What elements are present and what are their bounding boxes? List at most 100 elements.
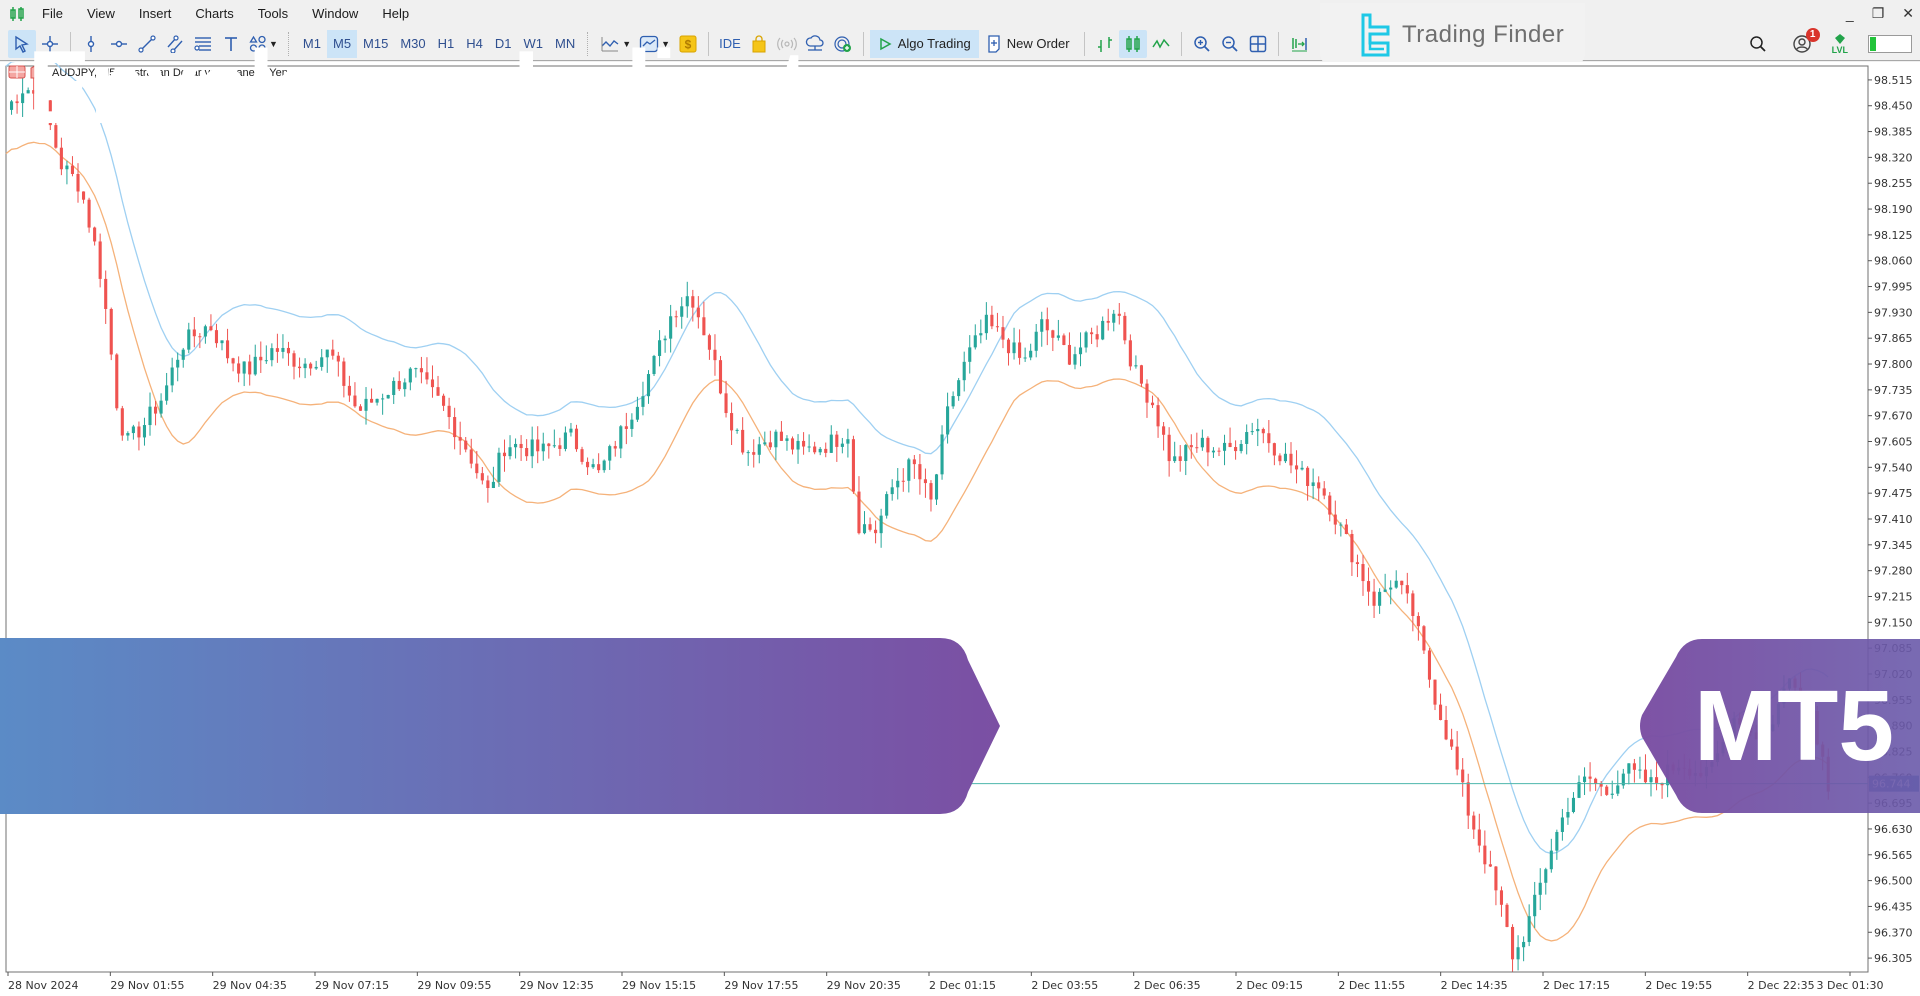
level-indicator[interactable]: LVL xyxy=(1832,33,1848,55)
candle-body xyxy=(1538,882,1542,895)
x-tick-label: 29 Nov 20:35 xyxy=(827,979,901,992)
y-tick-label: 97.280 xyxy=(1874,565,1913,578)
close-button[interactable]: ✕ xyxy=(1902,5,1914,22)
candle-body xyxy=(392,380,396,395)
candle-body xyxy=(237,363,241,374)
candle-body xyxy=(331,349,335,356)
candle-body xyxy=(968,347,972,362)
candle-body xyxy=(1438,704,1443,721)
algo-trading-label: Algo Trading xyxy=(897,36,971,51)
candle-body xyxy=(1450,739,1454,747)
chart-window[interactable]: 98.515 98.450 98.385 98.320 98.255 98.190 98.1… xyxy=(0,62,1920,996)
x-tick-label: 3 Dec 01:30 xyxy=(1817,979,1884,992)
search-icon xyxy=(1749,36,1766,52)
bar-chart-button[interactable] xyxy=(1091,30,1119,58)
candlestick-chart-button[interactable] xyxy=(1118,29,1147,58)
candle-body xyxy=(824,448,828,453)
candle-body xyxy=(203,326,207,337)
candle-body xyxy=(1627,763,1631,774)
restore-button[interactable]: ❐ xyxy=(1872,5,1885,22)
candle-body xyxy=(120,408,124,436)
search-button[interactable] xyxy=(1744,30,1772,58)
tile-windows-button[interactable] xyxy=(1244,30,1272,58)
candle-body xyxy=(835,434,839,447)
candle-body xyxy=(1488,864,1492,867)
y-tick-label: 96.435 xyxy=(1874,900,1913,913)
minimize-button[interactable]: _ xyxy=(1846,6,1854,22)
title-banner xyxy=(0,638,1000,814)
candle-body xyxy=(21,93,25,104)
candle-body xyxy=(176,359,180,368)
toolbar-separator xyxy=(1180,31,1182,56)
candle-body xyxy=(796,440,800,450)
x-tick-label: 29 Nov 15:15 xyxy=(622,979,696,992)
candle-body xyxy=(1250,431,1254,433)
candle-body xyxy=(1073,354,1077,365)
toolbar-separator xyxy=(1083,31,1085,56)
line-chart-button[interactable] xyxy=(1147,30,1175,58)
candle-body xyxy=(1300,467,1304,470)
candle-body xyxy=(220,340,224,344)
candle-body xyxy=(1222,442,1227,451)
candle-body xyxy=(1461,769,1465,783)
candle-body xyxy=(137,426,141,438)
candle-body xyxy=(1372,591,1376,606)
candle-body xyxy=(98,241,102,279)
candle-body xyxy=(923,479,927,484)
candle-body xyxy=(286,347,291,354)
y-tick-label: 96.500 xyxy=(1874,875,1913,888)
chart-list-icon[interactable] xyxy=(8,65,26,79)
account-notifications-button[interactable]: 1 xyxy=(1792,28,1820,54)
candle-body xyxy=(397,380,401,390)
candle-body xyxy=(790,438,795,450)
candle-body xyxy=(1261,429,1265,434)
candle-body xyxy=(386,394,390,399)
candle-body xyxy=(436,387,440,396)
candle-body xyxy=(1389,587,1393,590)
candle-body xyxy=(93,227,97,242)
candle-body xyxy=(1522,941,1526,948)
x-tick-label: 29 Nov 09:55 xyxy=(417,979,491,992)
candle-body xyxy=(347,385,351,396)
candle-body xyxy=(1588,776,1592,779)
candle-body xyxy=(1306,467,1310,486)
logo-text: Trading Finder xyxy=(1402,21,1565,48)
candle-body xyxy=(358,406,363,411)
candle-body xyxy=(464,440,468,450)
candle-body xyxy=(1427,650,1432,680)
y-tick-label: 97.605 xyxy=(1874,436,1913,449)
candle-body xyxy=(1184,445,1188,461)
candle-body xyxy=(973,335,977,348)
candle-body xyxy=(1549,850,1553,870)
candle-body xyxy=(735,429,739,431)
right-toolbar: 1 LVL xyxy=(1744,28,1912,58)
x-tick-label: 2 Dec 01:15 xyxy=(929,979,996,992)
y-tick-label: 97.930 xyxy=(1874,306,1913,319)
mt5-window: File View Insert Charts Tools Window Hel… xyxy=(0,0,1920,996)
candle-body xyxy=(1594,778,1598,784)
price-chart[interactable]: 98.515 98.450 98.385 98.320 98.255 98.190 98.1… xyxy=(0,62,1920,996)
new-order-button[interactable]: New Order xyxy=(979,30,1078,58)
candle-body xyxy=(1544,869,1548,883)
candle-body xyxy=(342,361,346,386)
candle-body xyxy=(1134,365,1138,367)
candle-body xyxy=(1577,782,1581,798)
candle-body xyxy=(1472,815,1476,830)
chart-shift-button[interactable] xyxy=(1285,30,1313,58)
candle-body xyxy=(248,361,252,375)
candle-body xyxy=(1078,347,1083,355)
candle-body xyxy=(15,101,19,104)
candle-body xyxy=(1494,866,1498,891)
zoom-in-button[interactable] xyxy=(1188,30,1216,58)
candle-body xyxy=(486,480,490,489)
candle-body xyxy=(1156,405,1160,427)
candle-body xyxy=(957,380,961,397)
candle-body xyxy=(1278,455,1282,462)
candle-body xyxy=(253,356,257,375)
candle-body xyxy=(1018,342,1022,358)
candle-body xyxy=(818,448,822,453)
x-tick-label: 2 Dec 09:15 xyxy=(1236,979,1303,992)
zoom-out-button[interactable] xyxy=(1216,30,1244,58)
candle-body xyxy=(198,336,202,338)
platform-badge-label: MT5 xyxy=(1694,670,1894,782)
